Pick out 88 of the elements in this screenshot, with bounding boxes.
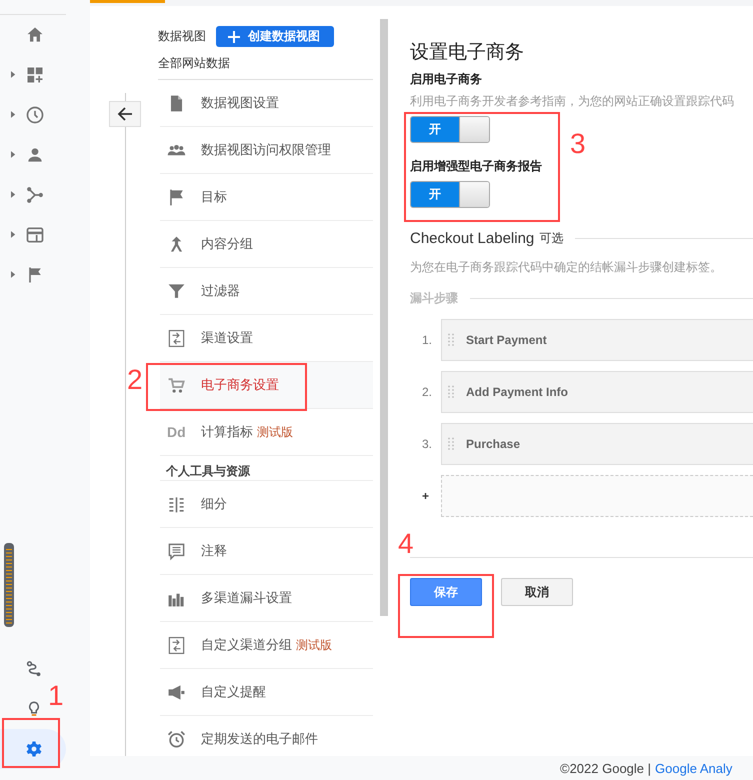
menu-item[interactable]: 内容分组 [160, 221, 373, 268]
arrows-box-icon [167, 636, 186, 654]
step-marker: 2 [127, 366, 143, 394]
section-title: Checkout Labeling [410, 230, 534, 247]
dd-icon: Dd [167, 424, 189, 440]
back-arrow-icon [117, 106, 133, 122]
megaphone-icon [167, 682, 186, 702]
expand-caret-icon[interactable] [11, 231, 16, 238]
setting-description: 利用电子商务开发者参考指南，为您的网站正确设置跟踪代码 [410, 93, 735, 110]
scrollbar[interactable] [380, 19, 388, 616]
menu-label: 数据视图设置 [201, 94, 279, 112]
cancel-button[interactable]: 取消 [501, 578, 573, 606]
menu-label: 自定义渠道分组 [201, 636, 292, 654]
highlight-frame [2, 718, 60, 768]
drag-handle-icon[interactable] [448, 385, 454, 399]
section-description: 为您在电子商务跟踪代码中确定的结帐漏斗步骤创建标签。 [410, 259, 723, 276]
step-number: 3. [421, 437, 434, 451]
menu-item[interactable]: 过滤器 [160, 268, 373, 315]
expand-caret-icon[interactable] [11, 271, 16, 278]
beta-tag: 测试版 [296, 636, 332, 654]
drag-handle-icon[interactable] [448, 437, 454, 451]
menu-label: 内容分组 [201, 235, 253, 253]
route-icon[interactable] [25, 660, 43, 678]
create-view-button[interactable]: 创建数据视图 [216, 26, 334, 47]
back-button[interactable] [109, 101, 141, 127]
filter-icon [167, 282, 186, 300]
setting-label: 启用增强型电子商务报告 [410, 158, 543, 175]
steps-heading: 漏斗步骤 [410, 290, 458, 307]
menu-label: 过滤器 [201, 282, 240, 300]
drag-handle-icon[interactable] [448, 333, 454, 347]
clock-icon[interactable] [25, 105, 45, 125]
section-heading: 个人工具与资源 [160, 456, 373, 481]
funnel-step-field[interactable]: Add Payment Info [441, 371, 753, 413]
view-name: 全部网站数据 [158, 55, 373, 80]
menu-label: 细分 [201, 495, 227, 513]
arrows-box-icon [167, 328, 186, 348]
menu-item[interactable]: 自定义提醒 [160, 669, 373, 716]
menu-label: 电子商务设置 [201, 376, 279, 394]
dashboard-icon[interactable] [25, 65, 45, 85]
comment-icon [167, 542, 186, 560]
menu-item[interactable]: 细分 [160, 481, 373, 528]
beta-tag: 测试版 [257, 424, 293, 440]
view-label: 数据视图 [158, 28, 206, 45]
settings-icon[interactable] [25, 740, 43, 758]
menu-item[interactable]: 电子商务设置 [160, 362, 373, 409]
menu-item[interactable]: 自定义渠道分组 测试版 [160, 622, 373, 669]
menu-item[interactable]: 目标 [160, 174, 373, 221]
menu-item[interactable]: 多渠道漏斗设置 [160, 575, 373, 622]
selected-nav-item[interactable] [0, 729, 66, 769]
flag-icon [167, 188, 186, 206]
add-step-symbol[interactable]: + [410, 489, 441, 503]
step-marker: 1 [48, 682, 64, 710]
cart-icon [167, 376, 186, 394]
footer-link[interactable]: Google Analy [655, 760, 732, 776]
step-number: 2. [421, 385, 434, 399]
browser-window-icon[interactable] [25, 225, 45, 245]
menu-label: 注释 [201, 542, 227, 560]
menu-label: 数据视图访问权限管理 [201, 141, 331, 159]
step-number: 1. [421, 333, 434, 347]
segments-icon [167, 494, 186, 514]
expand-caret-icon[interactable] [11, 191, 16, 198]
copyright-text: ©2022 Google | [560, 760, 652, 776]
branch-icon[interactable] [25, 185, 45, 205]
toggle-switch[interactable]: 开 [410, 181, 490, 208]
menu-label: 定期发送的电子邮件 [201, 730, 318, 748]
toggle-switch[interactable]: 开 [410, 116, 490, 143]
menu-item[interactable]: Dd 计算指标 测试版 [160, 409, 373, 456]
menu-label: 渠道设置 [201, 329, 253, 347]
optional-tag: 可选 [539, 230, 564, 247]
alarm-clock-icon [167, 730, 186, 748]
expand-caret-icon[interactable] [11, 111, 16, 118]
menu-label: 计算指标 [201, 423, 253, 441]
menu-item[interactable]: 数据视图设置 [160, 80, 373, 127]
step-marker: 3 [570, 130, 586, 158]
step-marker: 4 [398, 530, 414, 558]
menu-item[interactable]: 数据视图访问权限管理 [160, 127, 373, 174]
menu-label: 目标 [201, 188, 227, 206]
setting-label: 启用电子商务 [410, 71, 483, 88]
scroll-handle-drawing[interactable] [4, 543, 14, 627]
menu-item[interactable]: 注释 [160, 528, 373, 575]
panel-title: 设置电子商务 [410, 41, 525, 65]
expand-caret-icon[interactable] [11, 71, 16, 78]
plus-icon [228, 30, 240, 42]
expand-caret-icon[interactable] [11, 151, 16, 158]
menu-label: 多渠道漏斗设置 [201, 589, 292, 607]
funnel-step-field[interactable]: Start Payment [441, 319, 753, 361]
funnel-step-field[interactable]: Purchase [441, 423, 753, 465]
menu-label: 自定义提醒 [201, 683, 266, 701]
